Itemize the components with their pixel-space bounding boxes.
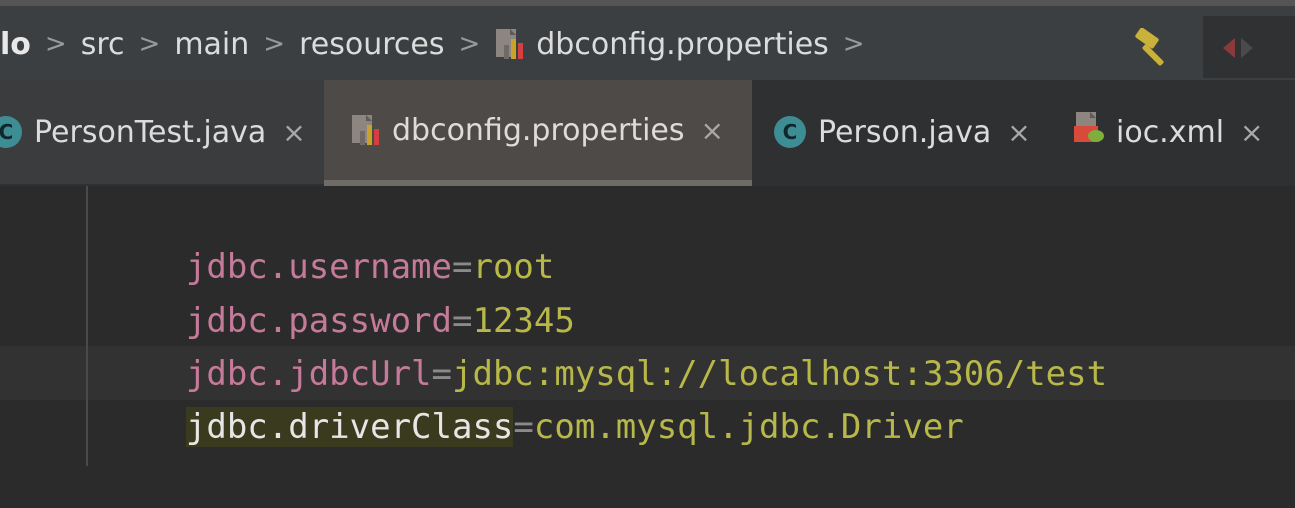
tab-persontest-java[interactable]: C PersonTest.java × xyxy=(0,80,324,184)
code-line[interactable]: jdbc.jdbcUrl=jdbc:mysql://localhost:3306… xyxy=(104,293,1107,394)
chevron-right-icon: > xyxy=(842,29,865,59)
breadcrumb-item-main[interactable]: main xyxy=(174,27,249,62)
code-editor[interactable]: jdbc.username=root jdbc.password=12345 j… xyxy=(0,186,1295,466)
breadcrumb-item-file[interactable]: dbconfig.properties xyxy=(494,27,829,62)
code-line[interactable]: jdbc.username=root xyxy=(104,186,554,287)
navigation-arrows[interactable] xyxy=(1203,16,1295,78)
gutter-divider xyxy=(86,186,88,466)
tab-ioc-xml[interactable]: ioc.xml × xyxy=(1052,80,1295,184)
code-line-current[interactable]: jdbc.driverClass=com.mysql.jdbc.Driver xyxy=(104,346,964,447)
chevron-right-icon: > xyxy=(458,29,481,59)
breadcrumb: lo > src > main > resources > dbconfig.p… xyxy=(0,24,879,64)
close-icon[interactable]: × xyxy=(1007,116,1030,149)
tab-label: Person.java xyxy=(818,114,992,150)
tab-label: PersonTest.java xyxy=(34,114,267,150)
build-hammer-icon[interactable] xyxy=(1130,27,1174,68)
java-class-icon: C xyxy=(774,116,806,148)
editor-tab-bar: C PersonTest.java × dbconfig.properties … xyxy=(0,80,1295,186)
tab-person-java[interactable]: C Person.java × xyxy=(752,80,1052,184)
breadcrumb-item-src[interactable]: src xyxy=(81,27,125,62)
spring-xml-icon xyxy=(1072,110,1106,154)
tab-label: dbconfig.properties xyxy=(392,112,685,148)
close-icon[interactable]: × xyxy=(1240,116,1263,149)
property-key-highlighted: jdbc.driverClass xyxy=(185,407,514,447)
breadcrumb-file-label: dbconfig.properties xyxy=(536,26,829,62)
breadcrumb-item-module[interactable]: lo xyxy=(0,27,31,62)
equals-sign: = xyxy=(513,407,534,447)
properties-file-icon xyxy=(494,27,526,61)
tab-label: ioc.xml xyxy=(1116,114,1225,150)
close-icon[interactable]: × xyxy=(282,116,305,149)
java-class-icon: C xyxy=(0,116,22,148)
chevron-right-icon: > xyxy=(44,29,67,59)
navigation-bar: lo > src > main > resources > dbconfig.p… xyxy=(0,0,1295,80)
chevron-right-icon: > xyxy=(138,29,161,59)
property-value: com.mysql.jdbc.Driver xyxy=(533,407,964,447)
code-line[interactable]: jdbc.password=12345 xyxy=(104,240,575,341)
properties-file-icon xyxy=(350,113,382,147)
chevron-right-icon: > xyxy=(263,29,286,59)
close-icon[interactable]: × xyxy=(701,114,724,147)
tab-dbconfig-properties[interactable]: dbconfig.properties × xyxy=(324,80,752,186)
navigate-arrows-icon xyxy=(1223,38,1253,58)
breadcrumb-item-resources[interactable]: resources xyxy=(299,27,444,62)
